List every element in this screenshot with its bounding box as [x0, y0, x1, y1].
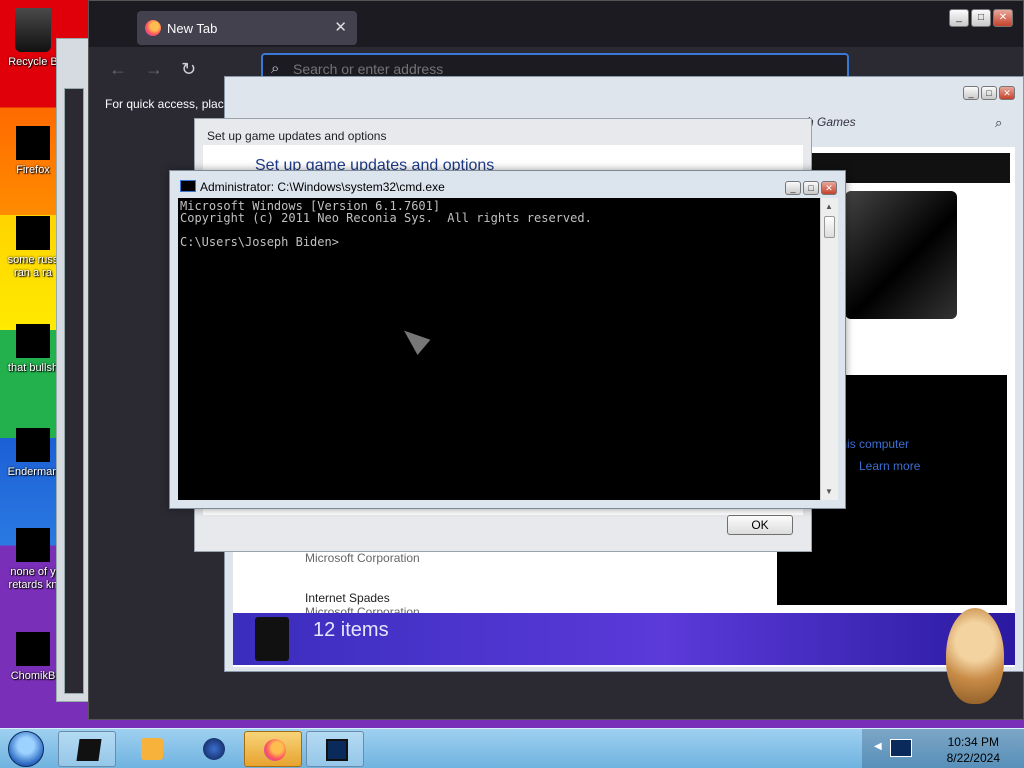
background-window-panel	[64, 88, 84, 694]
tab-title: New Tab	[167, 21, 218, 36]
reload-icon[interactable]: ↻	[181, 59, 196, 80]
console-icon	[76, 739, 102, 761]
taskbar-item-globe[interactable]	[184, 731, 242, 767]
maximize-button[interactable]: □	[981, 86, 997, 100]
taskbar-item-console[interactable]	[306, 731, 364, 767]
clock-date: 8/22/2024	[946, 751, 1000, 765]
desktop-icon-file-1[interactable]: some russ ran a ra	[2, 216, 64, 280]
minimize-button[interactable]: _	[963, 86, 979, 100]
bookmarks-hint: For quick access, place	[105, 97, 231, 111]
desktop-icon-label: ChomikB	[10, 670, 56, 682]
cmd-titlebar[interactable]: Administrator: C:\Windows\system32\cmd.e…	[170, 171, 845, 197]
desktop-icon-file-2[interactable]: that bullsh	[2, 324, 64, 375]
desktop-icon-label: none of y retards kn	[8, 566, 58, 591]
clock-time: 10:34 PM	[947, 735, 999, 749]
globe-icon	[203, 738, 225, 760]
taskbar-item-cmd[interactable]	[58, 731, 116, 767]
taskbar: ◀ 10:34 PM 8/22/2024	[0, 728, 1024, 768]
maximize-button[interactable]: □	[803, 181, 819, 195]
file-icon	[16, 632, 50, 666]
dialog-caption: Set up game updates and options	[207, 129, 387, 143]
desktop-icon-label: some russ ran a ra	[7, 254, 59, 279]
cmd-title: Administrator: C:\Windows\system32\cmd.e…	[200, 180, 445, 194]
ok-button[interactable]: OK	[727, 515, 793, 535]
tab-close-icon[interactable]: ✕	[334, 18, 347, 36]
game-list-publisher: Microsoft Corporation	[305, 551, 420, 565]
search-icon[interactable]: ⌕	[995, 115, 1002, 131]
media-player-icon	[141, 738, 163, 760]
taskbar-item-media-player[interactable]	[122, 731, 180, 767]
desktop-icon-label: Recycle B	[8, 56, 58, 68]
browser-tab-strip: New Tab ✕ _ □ ✕	[89, 1, 1023, 47]
desktop-icon-enderman[interactable]: Enderman	[2, 428, 64, 479]
firefox-icon	[16, 126, 50, 160]
minimize-button[interactable]: _	[949, 9, 969, 27]
desktop-icon-firefox[interactable]: Firefox	[2, 126, 64, 177]
desktop-icon-label: that bullsh	[7, 362, 59, 374]
minimize-button[interactable]: _	[785, 181, 801, 195]
firefox-icon	[145, 20, 161, 36]
game-console-image	[845, 191, 957, 319]
close-button[interactable]: ✕	[821, 181, 837, 195]
maximize-button[interactable]: □	[971, 9, 991, 27]
console-icon	[326, 739, 348, 761]
console-output: Microsoft Windows [Version 6.1.7601] Cop…	[180, 199, 592, 249]
console-output-area[interactable]: Microsoft Windows [Version 6.1.7601] Cop…	[178, 198, 820, 500]
back-icon[interactable]: ←	[109, 59, 127, 80]
recycle-bin-icon	[15, 8, 51, 52]
forward-icon[interactable]: →	[145, 59, 163, 80]
tray-expand-icon[interactable]: ◀	[874, 741, 882, 752]
scroll-up-icon[interactable]: ▲	[825, 202, 833, 211]
file-icon	[16, 428, 50, 462]
desktop-icon-label: Enderman	[7, 466, 59, 478]
start-button[interactable]	[8, 731, 44, 767]
scroll-thumb[interactable]	[824, 216, 835, 238]
clock[interactable]: 10:34 PM 8/22/2024	[947, 734, 1000, 766]
system-tray: ◀ 10:34 PM 8/22/2024	[862, 729, 1024, 768]
tab-new-tab[interactable]: New Tab ✕	[137, 11, 357, 45]
network-icon[interactable]	[890, 739, 912, 757]
scroll-down-icon[interactable]: ▼	[825, 487, 833, 496]
firefox-icon	[264, 739, 286, 761]
file-icon	[16, 324, 50, 358]
desktop-icon-file-3[interactable]: none of y retards kn	[2, 528, 64, 592]
games-footer-bar: 12 items	[233, 613, 1015, 665]
search-icon: ⌕	[271, 60, 280, 77]
browser-window-controls: _ □ ✕	[947, 9, 1013, 27]
game-list-item-internet-spades[interactable]: Internet Spades	[305, 591, 390, 605]
cmd-window-controls: _ □ ✕	[783, 180, 837, 195]
desktop-icon-label: Firefox	[16, 164, 50, 176]
promo-link-learn-more[interactable]: Learn more	[859, 459, 920, 473]
close-button[interactable]: ✕	[993, 9, 1013, 27]
games-window-controls: _ □ ✕	[961, 85, 1015, 100]
games-window-title: h Games	[807, 115, 856, 129]
console-icon	[255, 617, 289, 661]
cmd-scrollbar[interactable]: ▲ ▼	[820, 198, 838, 500]
hamster-mascot	[946, 608, 1004, 704]
close-button[interactable]: ✕	[999, 86, 1015, 100]
console-icon	[180, 180, 196, 192]
file-icon	[16, 216, 50, 250]
cmd-window: Administrator: C:\Windows\system32\cmd.e…	[169, 170, 846, 509]
taskbar-item-firefox[interactable]	[244, 731, 302, 767]
item-count: 12 items	[313, 619, 389, 641]
file-icon	[16, 528, 50, 562]
desktop-icon-recycle-bin[interactable]: Recycle B	[2, 8, 64, 69]
desktop-icon-chomikb[interactable]: ChomikB	[2, 632, 64, 683]
